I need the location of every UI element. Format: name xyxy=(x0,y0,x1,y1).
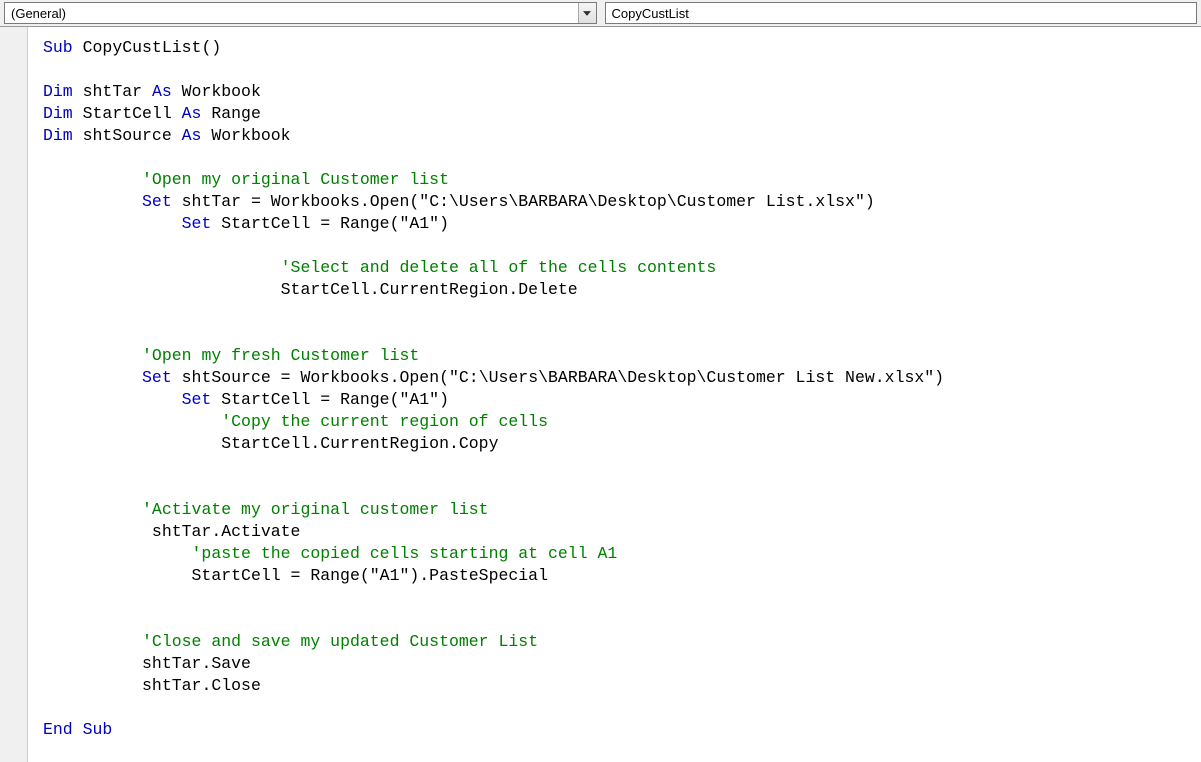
code-pane[interactable]: Sub CopyCustList() Dim shtTar As Workboo… xyxy=(28,27,1201,762)
object-dropdown[interactable]: (General) xyxy=(4,2,597,24)
code-line xyxy=(43,59,1186,81)
code-line: 'paste the copied cells starting at cell… xyxy=(43,543,1186,565)
code-line: shtTar.Close xyxy=(43,675,1186,697)
procedure-dropdown-value: CopyCustList xyxy=(606,4,1197,23)
code-line: 'Close and save my updated Customer List xyxy=(43,631,1186,653)
code-line xyxy=(43,323,1186,345)
code-line: StartCell.CurrentRegion.Copy xyxy=(43,433,1186,455)
code-line: End Sub xyxy=(43,719,1186,741)
code-line: Dim shtSource As Workbook xyxy=(43,125,1186,147)
editor-area: Sub CopyCustList() Dim shtTar As Workboo… xyxy=(0,27,1201,762)
editor-header: (General) CopyCustList xyxy=(0,0,1201,27)
code-line: StartCell.CurrentRegion.Delete xyxy=(43,279,1186,301)
code-line xyxy=(43,455,1186,477)
code-line: 'Select and delete all of the cells cont… xyxy=(43,257,1186,279)
code-line: Set StartCell = Range("A1") xyxy=(43,213,1186,235)
procedure-dropdown[interactable]: CopyCustList xyxy=(605,2,1198,24)
code-line xyxy=(43,147,1186,169)
code-line xyxy=(43,609,1186,631)
code-line: shtTar.Activate xyxy=(43,521,1186,543)
object-dropdown-value: (General) xyxy=(5,4,578,23)
code-line: Dim shtTar As Workbook xyxy=(43,81,1186,103)
code-line: StartCell = Range("A1").PasteSpecial xyxy=(43,565,1186,587)
code-line: 'Activate my original customer list xyxy=(43,499,1186,521)
code-line: Sub CopyCustList() xyxy=(43,37,1186,59)
code-line xyxy=(43,301,1186,323)
code-line: shtTar.Save xyxy=(43,653,1186,675)
code-line xyxy=(43,587,1186,609)
code-line: 'Open my fresh Customer list xyxy=(43,345,1186,367)
margin-indicator-bar xyxy=(0,27,28,762)
code-line xyxy=(43,697,1186,719)
dropdown-arrow-icon[interactable] xyxy=(578,3,596,23)
code-line: 'Copy the current region of cells xyxy=(43,411,1186,433)
code-line: 'Open my original Customer list xyxy=(43,169,1186,191)
code-line: Dim StartCell As Range xyxy=(43,103,1186,125)
code-line xyxy=(43,235,1186,257)
code-line: Set StartCell = Range("A1") xyxy=(43,389,1186,411)
code-line xyxy=(43,477,1186,499)
code-line: Set shtSource = Workbooks.Open("C:\Users… xyxy=(43,367,1186,389)
code-line: Set shtTar = Workbooks.Open("C:\Users\BA… xyxy=(43,191,1186,213)
